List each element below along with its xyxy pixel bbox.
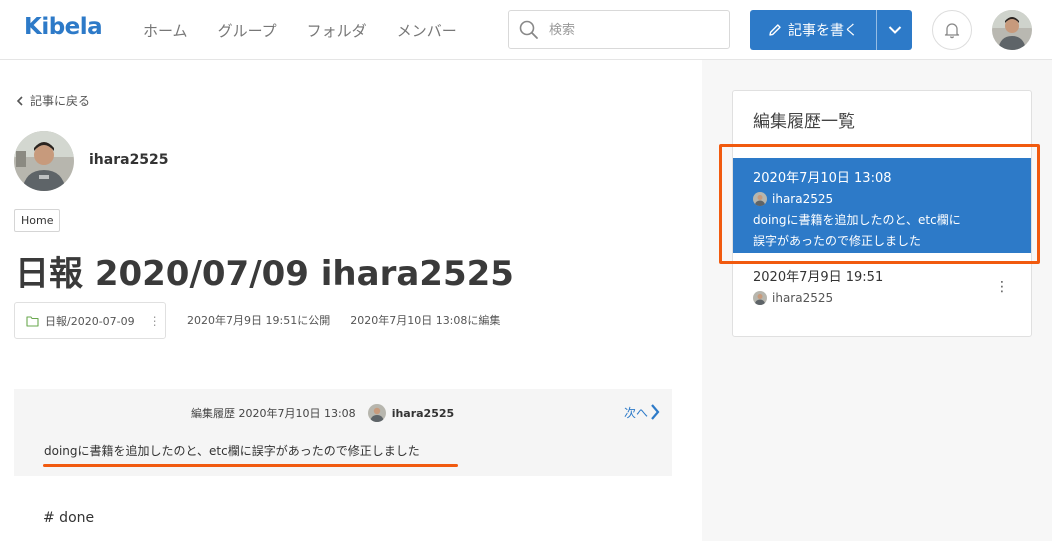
revision-avatar [753, 291, 767, 305]
next-revision-link[interactable]: 次へ [624, 403, 660, 421]
pencil-icon [769, 24, 781, 36]
kibela-logo[interactable]: Kibela [24, 14, 103, 40]
chevron-down-icon [888, 26, 901, 34]
author-avatar[interactable] [14, 131, 74, 191]
published-date: 2020年7月9日 19:51に公開 [187, 314, 331, 327]
nav-groups[interactable]: グループ [218, 20, 277, 41]
write-options-dropdown[interactable] [877, 10, 912, 50]
user-avatar[interactable] [992, 10, 1032, 50]
next-label: 次へ [623, 405, 648, 420]
revision-username: ihara2525 [772, 291, 834, 305]
article-body: # done [43, 510, 95, 526]
bell-icon [944, 23, 960, 39]
edited-date: 2020年7月10日 13:08に編集 [350, 314, 501, 327]
nav-members[interactable]: メンバー [397, 20, 457, 41]
revision-user-row: ihara2525 [753, 291, 833, 305]
top-header: Kibela ホーム グループ フォルダ メンバー 記事を書く [0, 0, 1052, 60]
revision-menu-icon[interactable]: ⋮ [995, 279, 1009, 295]
revision-diff-panel: 編集履歴 2020年7月10日 13:08 ihara2525 次へ doing… [14, 389, 672, 476]
back-label: 記事に戻る [30, 94, 91, 108]
notifications-button[interactable] [932, 10, 972, 50]
revision-label: 編集履歴 2020年7月10日 13:08 [191, 407, 356, 420]
write-article-label: 記事を書く [788, 23, 858, 39]
author-name[interactable]: ihara2525 [89, 152, 169, 168]
kebab-icon[interactable]: ⋮ [149, 314, 161, 328]
search-input[interactable] [549, 19, 719, 41]
active-revision-highlight [719, 144, 1040, 264]
revision-user[interactable]: ihara2525 [392, 407, 455, 420]
revision-header: 編集履歴 2020年7月10日 13:08 ihara2525 [191, 404, 454, 422]
message-highlight-underline [43, 464, 458, 467]
write-article-button[interactable]: 記事を書く [750, 10, 876, 50]
write-article-button-group: 記事を書く [750, 10, 912, 50]
folder-label: 日報/2020-07-09 [45, 314, 135, 328]
nav-home[interactable]: ホーム [143, 20, 188, 41]
revision-date: 2020年7月9日 19:51 [753, 270, 884, 285]
revision-user-avatar [367, 404, 386, 422]
chevron-left-icon [16, 95, 23, 106]
nav-folders[interactable]: フォルダ [307, 20, 367, 41]
revision-message: doingに書籍を追加したのと、etc欄に誤字があったので修正しました [44, 444, 420, 458]
search-box[interactable] [508, 10, 730, 49]
chevron-right-icon [651, 404, 660, 420]
folder-chip[interactable]: 日報/2020-07-09 ⋮ [14, 302, 166, 339]
search-icon [519, 20, 538, 39]
back-to-article-link[interactable]: 記事に戻る [16, 92, 90, 109]
folder-icon [26, 315, 39, 327]
group-tag[interactable]: Home [14, 209, 61, 232]
article-meta: 2020年7月9日 19:51に公開 2020年7月10日 13:08に編集 [187, 312, 500, 328]
page-title: 日報 2020/07/09 ihara2525 [15, 254, 514, 294]
revision-history-title: 編集履歴一覧 [753, 112, 855, 132]
main-nav: ホーム グループ フォルダ メンバー [143, 20, 487, 41]
